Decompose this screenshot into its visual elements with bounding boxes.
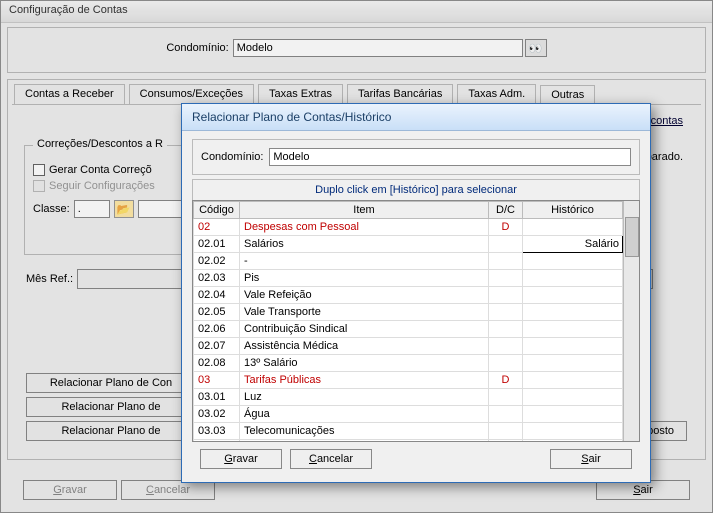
modal-body: Condomínio: Duplo click em [Histórico] p… (182, 131, 650, 475)
cell-codigo: 02.02 (194, 253, 240, 270)
cell-historico[interactable] (523, 338, 623, 355)
col-historico[interactable]: Histórico (523, 202, 623, 219)
cell-codigo: 02 (194, 219, 240, 236)
cell-item: Salários (240, 236, 489, 253)
modal-sair-button[interactable]: Sair (550, 449, 632, 469)
cell-item: Gás (240, 440, 489, 443)
cell-historico[interactable] (523, 423, 623, 440)
cell-item: Assistência Médica (240, 338, 489, 355)
cell-codigo: 03.02 (194, 406, 240, 423)
cell-dc (489, 338, 523, 355)
cell-codigo: 03.04 (194, 440, 240, 443)
table-row[interactable]: 03.02Água (194, 406, 623, 423)
grid-scrollbar[interactable] (623, 201, 639, 441)
table-row[interactable]: 02.02- (194, 253, 623, 270)
cell-codigo: 03.01 (194, 389, 240, 406)
modal-condo-input[interactable] (269, 148, 631, 166)
grid-wrap: Código Item D/C Histórico 02Despesas com… (192, 200, 640, 442)
cell-historico[interactable] (523, 355, 623, 372)
table-row[interactable]: 03.03Telecomunicações (194, 423, 623, 440)
cell-item: Pis (240, 270, 489, 287)
modal-condo-label: Condomínio: (201, 151, 263, 163)
modal-hint: Duplo click em [Histórico] para selecion… (192, 179, 640, 200)
cell-dc (489, 236, 523, 253)
cell-codigo: 02.07 (194, 338, 240, 355)
table-row[interactable]: 02.05Vale Transporte (194, 304, 623, 321)
cell-dc (489, 355, 523, 372)
table-row[interactable]: 02.04Vale Refeição (194, 287, 623, 304)
cell-dc (489, 406, 523, 423)
table-row[interactable]: 02.01Salários Salário (194, 236, 623, 253)
cell-historico[interactable] (523, 406, 623, 423)
cell-item: Vale Transporte (240, 304, 489, 321)
table-row[interactable]: 03Tarifas PúblicasD (194, 372, 623, 389)
cell-item: - (240, 253, 489, 270)
cell-historico[interactable]: Salário (523, 236, 623, 253)
cell-historico[interactable] (523, 372, 623, 389)
modal-condo-panel: Condomínio: (192, 139, 640, 175)
cell-dc (489, 287, 523, 304)
cell-dc (489, 389, 523, 406)
cell-dc (489, 423, 523, 440)
main-window: Configuração de Contas Condomínio: 👀 Con… (0, 0, 713, 513)
scroll-thumb[interactable] (625, 217, 639, 257)
col-codigo[interactable]: Código (194, 202, 240, 219)
cell-item: Telecomunicações (240, 423, 489, 440)
table-row[interactable]: 02.07Assistência Médica (194, 338, 623, 355)
cell-dc (489, 440, 523, 443)
cell-codigo: 03 (194, 372, 240, 389)
cell-codigo: 02.04 (194, 287, 240, 304)
cell-codigo: 02.06 (194, 321, 240, 338)
cell-historico[interactable] (523, 440, 623, 443)
cell-historico[interactable] (523, 219, 623, 236)
modal-cancelar-button[interactable]: Cancelar (290, 449, 372, 469)
cell-codigo: 03.03 (194, 423, 240, 440)
table-row[interactable]: 02.06Contribuição Sindical (194, 321, 623, 338)
cell-dc (489, 304, 523, 321)
cell-item: Luz (240, 389, 489, 406)
modal-footer: Gravar Cancelar Sair (192, 442, 640, 469)
table-row[interactable]: 02.03Pis (194, 270, 623, 287)
cell-historico[interactable] (523, 253, 623, 270)
cell-dc (489, 270, 523, 287)
table-row[interactable]: 03.04Gás (194, 440, 623, 443)
cell-item: Tarifas Públicas (240, 372, 489, 389)
cell-codigo: 02.01 (194, 236, 240, 253)
cell-item: 13º Salário (240, 355, 489, 372)
cell-dc (489, 321, 523, 338)
cell-historico[interactable] (523, 321, 623, 338)
modal-relacionar: Relacionar Plano de Contas/Histórico Con… (181, 103, 651, 483)
modal-gravar-button[interactable]: Gravar (200, 449, 282, 469)
cell-codigo: 02.03 (194, 270, 240, 287)
table-row[interactable]: 02.0813º Salário (194, 355, 623, 372)
cell-historico[interactable] (523, 304, 623, 321)
cell-item: Despesas com Pessoal (240, 219, 489, 236)
accounts-grid[interactable]: Código Item D/C Histórico 02Despesas com… (193, 201, 623, 442)
col-dc[interactable]: D/C (489, 202, 523, 219)
cell-dc: D (489, 372, 523, 389)
col-item[interactable]: Item (240, 202, 489, 219)
cell-dc: D (489, 219, 523, 236)
table-row[interactable]: 02Despesas com PessoalD (194, 219, 623, 236)
cell-item: Vale Refeição (240, 287, 489, 304)
cell-dc (489, 253, 523, 270)
cell-codigo: 02.08 (194, 355, 240, 372)
cell-historico[interactable] (523, 287, 623, 304)
modal-title: Relacionar Plano de Contas/Histórico (182, 104, 650, 131)
table-row[interactable]: 03.01Luz (194, 389, 623, 406)
cell-historico[interactable] (523, 270, 623, 287)
cell-codigo: 02.05 (194, 304, 240, 321)
cell-item: Contribuição Sindical (240, 321, 489, 338)
cell-item: Água (240, 406, 489, 423)
cell-historico[interactable] (523, 389, 623, 406)
